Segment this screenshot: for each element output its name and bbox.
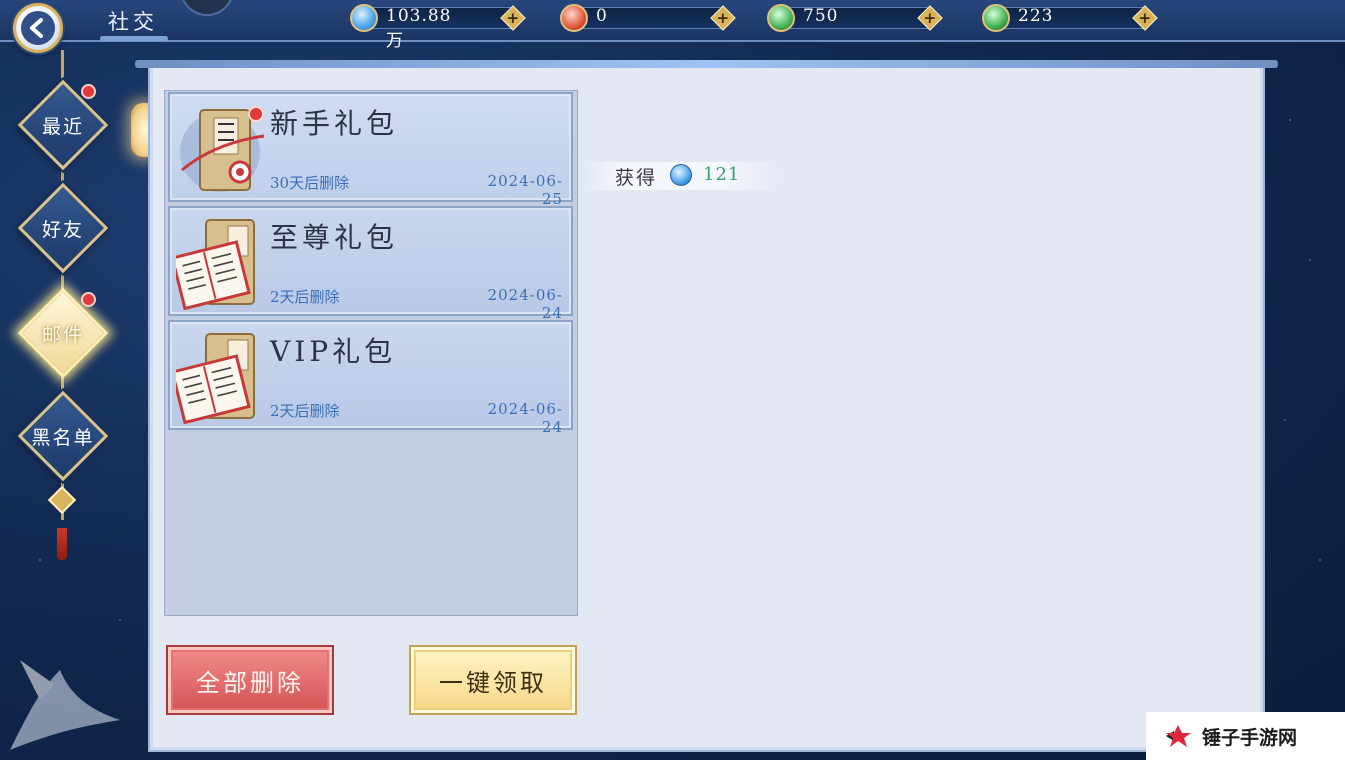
mail-item[interactable]: VIP礼包 2天后删除 2024-06-24	[168, 320, 573, 436]
mail-item[interactable]: 至尊礼包 2天后删除 2024-06-24	[168, 206, 573, 322]
watermark-text: 锤子手游网	[1202, 726, 1298, 749]
unread-dot	[248, 106, 264, 122]
watermark: 锤子手游网	[1146, 712, 1345, 760]
mail-date: 2024-06-24	[487, 286, 563, 322]
mail-expire: 2天后删除	[270, 402, 340, 420]
mail-title: VIP礼包	[270, 335, 397, 368]
sidebar-item-recent[interactable]: 最近	[17, 79, 109, 171]
currency-value: 103.88万	[386, 6, 452, 51]
crane-decoration	[10, 660, 120, 750]
currency-value: 750	[803, 6, 839, 26]
reward-row: 获得 121	[584, 162, 780, 190]
scroll-package-icon	[176, 219, 255, 310]
claim-all-button[interactable]: 一键领取	[411, 647, 575, 713]
reward-amount: 121	[703, 164, 741, 185]
sidebar-item-label: 最近	[41, 116, 84, 138]
back-arrow-icon	[21, 11, 55, 45]
diamond-icon	[670, 164, 692, 186]
delete-all-button[interactable]: 全部删除	[168, 647, 332, 713]
watermark-logo-icon	[1166, 725, 1191, 747]
sidebar-item-blacklist[interactable]: 黑名单	[17, 390, 109, 482]
sidebar-item-mail[interactable]: 邮件	[17, 287, 109, 379]
add-diamond-button[interactable]: +	[500, 5, 526, 31]
scroll-package-icon	[176, 333, 255, 424]
sidebar-item-label: 好友	[41, 219, 84, 241]
unread-dot	[81, 292, 96, 307]
sidebar-item-friends[interactable]: 好友	[17, 182, 109, 274]
diamond-icon	[350, 4, 378, 32]
panel-top-border	[135, 60, 1278, 68]
reward-label: 获得	[615, 167, 658, 189]
tassel-decoration	[57, 528, 67, 560]
title-underline	[100, 36, 168, 41]
add-jade-coin-button[interactable]: +	[917, 5, 943, 31]
sidebar-item-label: 黑名单	[31, 427, 95, 449]
currency-value: 223	[1018, 6, 1054, 26]
add-jade-coin-2-button[interactable]: +	[1132, 5, 1158, 31]
mail-item[interactable]: 新手礼包 30天后删除 2024-06-25	[168, 92, 573, 208]
mail-date: 2024-06-24	[487, 400, 563, 436]
currency-value: 0	[596, 6, 608, 26]
sidebar-item-label: 邮件	[41, 324, 84, 346]
unread-dot	[81, 84, 96, 99]
add-red-gem-button[interactable]: +	[710, 5, 736, 31]
back-button[interactable]	[13, 3, 63, 53]
tassel-knot	[47, 485, 77, 515]
jade-coin-icon	[767, 4, 795, 32]
mail-expire: 30天后删除	[270, 174, 350, 192]
mail-date: 2024-06-25	[487, 172, 563, 208]
page-title: 社交	[108, 10, 158, 34]
red-gem-icon	[560, 4, 588, 32]
mail-title: 新手礼包	[270, 107, 399, 140]
jade-coin-icon	[982, 4, 1010, 32]
mail-title: 至尊礼包	[270, 221, 399, 254]
mail-expire: 2天后删除	[270, 288, 340, 306]
